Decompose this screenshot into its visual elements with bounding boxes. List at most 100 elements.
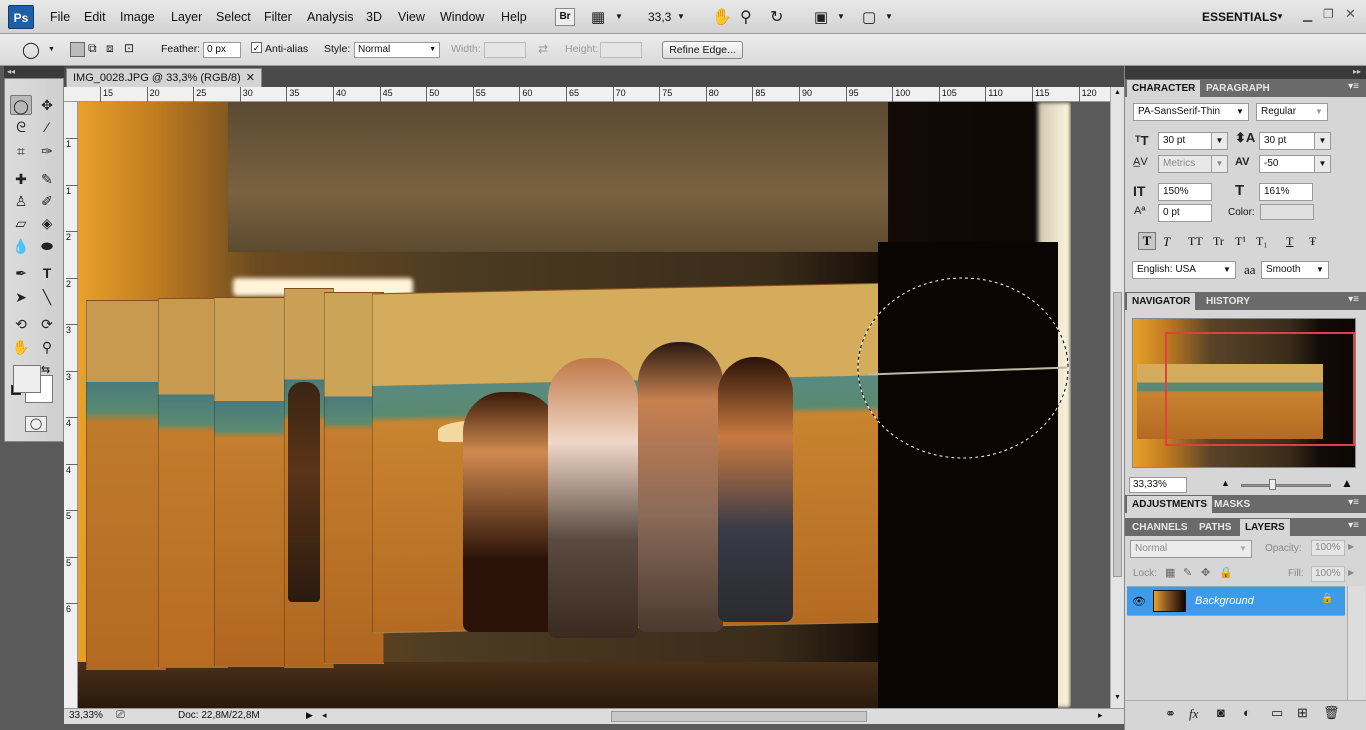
scroll-up-icon[interactable]: ▲ — [1114, 89, 1121, 96]
tab-paragraph[interactable]: PARAGRAPH — [1201, 80, 1275, 97]
arrange-dropdown-icon[interactable]: ▼ — [837, 12, 845, 21]
menu-select[interactable]: Select — [216, 10, 251, 24]
hand-icon[interactable]: ✋ — [712, 7, 732, 27]
layers-scrollbar[interactable] — [1347, 586, 1365, 702]
layer-style-icon[interactable]: fx — [1189, 706, 1198, 722]
visibility-eye-icon[interactable]: 👁 — [1132, 595, 1146, 608]
style-select[interactable]: Normal ▼ — [354, 42, 440, 58]
small-caps-button[interactable]: Tr — [1213, 234, 1224, 249]
panel-menu-icon[interactable]: ▾≡ — [1348, 81, 1359, 92]
lock-transparent-icon[interactable]: ▦ — [1165, 566, 1175, 579]
lock-pixels-icon[interactable]: ✎ — [1183, 566, 1192, 579]
font-family-select[interactable]: PA-SansSerif-Thin ▼ — [1133, 103, 1249, 121]
tab-paths[interactable]: PATHS — [1194, 519, 1236, 536]
menu-window[interactable]: Window — [440, 10, 484, 24]
healing-brush-tool[interactable]: ✚ — [10, 169, 32, 189]
underline-button[interactable]: T — [1286, 234, 1293, 249]
font-size-input[interactable]: 30 pt ▼ — [1158, 132, 1228, 150]
scroll-down-icon[interactable]: ▼ — [1114, 694, 1121, 701]
paint-bucket-tool[interactable]: ◈ — [36, 213, 58, 233]
tracking-select[interactable]: -50 ▼ — [1259, 155, 1331, 173]
clone-stamp-tool[interactable]: ♙ — [10, 191, 32, 211]
tab-navigator[interactable]: NAVIGATOR — [1127, 293, 1196, 310]
quick-mask-icon[interactable]: ◯ — [25, 416, 47, 432]
fill-input[interactable]: 100% — [1311, 566, 1345, 582]
restore-icon[interactable]: ❐ — [1323, 7, 1334, 21]
layer-name[interactable]: Background — [1195, 595, 1254, 607]
minimize-icon[interactable]: ▁ — [1303, 8, 1312, 22]
panel-menu-icon[interactable]: ▾≡ — [1348, 497, 1359, 508]
lock-position-icon[interactable]: ✥ — [1201, 566, 1210, 579]
panel-menu-icon[interactable]: ▾≡ — [1348, 520, 1359, 531]
horizontal-scale-input[interactable]: 161% — [1259, 183, 1313, 201]
tab-character[interactable]: CHARACTER — [1127, 80, 1201, 97]
crop-tool[interactable]: ⌗ — [10, 141, 32, 161]
type-tool[interactable]: T — [36, 263, 58, 283]
scroll-left-icon[interactable]: ◂ — [322, 710, 327, 721]
tab-adjustments[interactable]: ADJUSTMENTS — [1127, 496, 1213, 513]
zoom-dropdown-icon[interactable]: ▼ — [677, 12, 685, 21]
pen-tool[interactable]: ✒ — [10, 263, 32, 283]
horizontal-scroll-thumb[interactable] — [611, 711, 867, 722]
marquee-selection[interactable] — [856, 276, 1070, 460]
zoom-level[interactable]: 33,3 — [648, 10, 671, 24]
swap-icon[interactable]: ⇄ — [538, 42, 548, 56]
link-layers-icon[interactable]: ⚭ — [1165, 706, 1176, 722]
chevron-down-icon[interactable]: ▼ — [615, 12, 623, 21]
preset-dropdown-icon[interactable]: ▼ — [48, 46, 55, 53]
antialias-select[interactable]: Smooth ▼ — [1261, 261, 1329, 279]
history-brush-tool[interactable]: ✐ — [36, 191, 58, 211]
status-zoom[interactable]: 33,33% — [69, 710, 103, 721]
opacity-input[interactable]: 100% — [1311, 540, 1345, 556]
vertical-scale-input[interactable]: 150% — [1158, 183, 1212, 201]
magic-wand-tool[interactable]: ⁄ — [36, 117, 58, 137]
minibridge-icon[interactable]: ▦ — [591, 8, 605, 26]
navigator-thumbnail[interactable] — [1132, 318, 1356, 468]
brush-tool[interactable]: ✎ — [36, 169, 58, 189]
vertical-ruler[interactable]: 1 1 2 2 3 3 4 4 5 5 6 — [64, 102, 78, 708]
workspace-dropdown-icon[interactable]: ▼ — [1276, 12, 1284, 21]
eraser-tool[interactable]: ▱ — [10, 213, 32, 233]
lasso-tool[interactable]: ᘓ — [10, 117, 32, 137]
tab-channels[interactable]: CHANNELS — [1127, 519, 1193, 536]
menu-layer[interactable]: Layer — [171, 10, 202, 24]
menu-3d[interactable]: 3D — [366, 10, 382, 24]
rotate-view-icon[interactable]: ↻ — [770, 7, 783, 27]
menu-filter[interactable]: Filter — [264, 10, 292, 24]
tab-masks[interactable]: MASKS — [1209, 496, 1255, 513]
canvas[interactable] — [78, 102, 1071, 708]
subscript-button[interactable]: T₁ — [1256, 234, 1268, 249]
3d-orbit-tool[interactable]: ⟳ — [36, 314, 58, 334]
height-input[interactable] — [600, 42, 642, 58]
lock-all-icon[interactable]: 🔒 — [1219, 566, 1233, 579]
refine-edge-button[interactable]: Refine Edge... — [662, 41, 743, 59]
layer-row-background[interactable]: 👁 Background 🔒 — [1127, 586, 1345, 616]
new-group-icon[interactable]: ▭ — [1271, 705, 1283, 721]
kerning-select[interactable]: Metrics ▼ — [1158, 155, 1228, 173]
baseline-shift-input[interactable]: 0 pt — [1158, 204, 1212, 222]
zoom-slider-track[interactable] — [1241, 484, 1331, 487]
zoom-tool[interactable]: ⚲ — [36, 337, 58, 357]
line-tool[interactable]: ╲ — [36, 287, 58, 307]
status-preview-icon[interactable]: ⎚ — [116, 709, 125, 722]
menu-edit[interactable]: Edit — [84, 10, 106, 24]
add-mask-icon[interactable]: ◙ — [1217, 705, 1225, 720]
superscript-button[interactable]: T¹ — [1235, 234, 1246, 249]
horizontal-ruler[interactable]: 15 20 25 30 35 40 45 50 55 60 65 70 75 80 85 90 95 100 105… — [64, 87, 1110, 102]
menu-view[interactable]: View — [398, 10, 425, 24]
panel-menu-icon[interactable]: ▾≡ — [1348, 294, 1359, 305]
expand-dock-icon[interactable]: ▸▸ — [1353, 67, 1361, 76]
zoom-slider-thumb[interactable] — [1269, 479, 1276, 490]
add-to-selection-icon[interactable]: ⧉ — [88, 41, 97, 56]
new-selection-icon[interactable] — [70, 42, 85, 57]
workspace-switcher[interactable]: ESSENTIALS — [1202, 10, 1277, 24]
status-menu-icon[interactable]: ▶ — [306, 710, 313, 721]
scroll-thumb[interactable] — [1113, 292, 1122, 577]
faux-bold-button[interactable]: T — [1138, 232, 1156, 250]
hand-tool[interactable]: ✋ — [10, 337, 32, 357]
new-layer-icon[interactable]: ⊞ — [1297, 705, 1308, 721]
adjustment-layer-icon[interactable]: ◐ — [1243, 705, 1251, 720]
navigator-view-frame[interactable] — [1165, 332, 1355, 446]
navigator-zoom-input[interactable]: 33,33% — [1129, 477, 1187, 493]
delete-layer-icon[interactable]: 🗑 — [1323, 705, 1340, 721]
